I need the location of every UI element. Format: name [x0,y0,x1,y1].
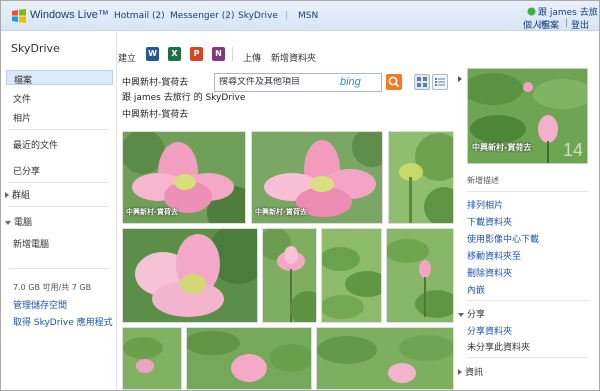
sidebar-item-files[interactable]: 檔案 [6,70,113,86]
online-status-icon [527,7,536,16]
details-panel: 中興新村-賞荷去 14 新增描述 排列相片 下載資料夾 使用影像中心下載 移動資… [458,64,599,390]
grid-view-icon [417,77,427,87]
profile-link[interactable]: 個人檔案 [523,18,559,31]
new-folder-button[interactable]: 新增資料夾 [271,51,316,64]
embed-link[interactable]: 內嵌 [467,283,485,296]
sidebar-divider [9,206,109,207]
top-bar: Windows Live™ Hotmail (2) Messenger (2) … [1,1,599,31]
list-view-icon [435,78,445,86]
details-view-button[interactable] [432,74,448,90]
expand-arrow-icon[interactable] [5,192,9,198]
info-heading-label: 資訊 [465,368,484,378]
panel-arrow-icon[interactable] [458,76,462,82]
sidebar-title[interactable]: SkyDrive [11,42,60,55]
sidebar-item-label: 群組 [12,191,31,201]
windows-live-logo-icon[interactable] [11,8,27,24]
bing-logo: bing [340,76,361,88]
brand-title[interactable]: Windows Live™ [30,9,109,21]
sidebar-item-label: 檔案 [14,76,33,86]
photo-gallery-download-link[interactable]: 使用影像中心下載 [467,232,539,245]
lotus-leaves-photo [322,229,381,322]
photo-thumbnail[interactable] [321,228,382,323]
photo-grid: 中興新村-賞荷去 中興新村-賞荷去 [118,127,454,390]
sidebar-item-recent[interactable]: 最近的文件 [13,138,58,151]
search-box: bing [214,73,382,92]
lotus-photo [387,229,453,322]
lotus-photo [123,229,257,322]
share-heading[interactable]: 分享 [458,307,485,320]
panel-divider [467,191,588,192]
photo-thumbnail[interactable] [262,228,317,323]
toolbar-separator [232,47,233,61]
download-folder-link[interactable]: 下載資料夾 [467,215,512,228]
toolbar: 建立 W X P N 上傳 新增資料夾 [118,42,458,64]
get-app-link[interactable]: 取得 SkyDrive 應用程式 [13,315,113,328]
folder-title: 中興新村-賞荷去 [122,110,189,120]
thumbnail-view-button[interactable] [414,74,430,90]
photo-thumbnail[interactable]: 中興新村-賞荷去 [251,131,383,224]
sidebar-item-photos[interactable]: 相片 [13,111,31,124]
info-heading[interactable]: 資訊 [458,365,483,378]
cover-caption: 中興新村-賞荷去 [472,143,532,152]
collapse-arrow-icon[interactable] [5,221,11,225]
photo-thumbnail[interactable] [388,131,454,224]
share-heading-label: 分享 [467,310,486,320]
powerpoint-icon[interactable]: P [190,47,203,61]
collapse-arrow-icon[interactable] [458,313,464,317]
sidebar-item-documents[interactable]: 文件 [13,92,31,105]
delete-folder-link[interactable]: 刪除資料夾 [467,266,512,279]
sidebar-divider [9,129,109,130]
photo-watermark: 中興新村-賞荷去 [126,208,178,216]
manage-storage-link[interactable]: 管理儲存空間 [13,298,67,311]
sidebar-item-add-computer[interactable]: 新增電腦 [13,237,49,250]
sidebar-divider [9,268,109,269]
sidebar-divider [9,182,109,183]
nav-msn[interactable]: MSN [285,11,318,21]
sign-out-link[interactable]: 登出 [571,18,589,31]
lotus-photo [263,229,316,322]
lotus-photo [123,328,181,389]
photo-thumbnail[interactable] [122,228,258,323]
search-input[interactable] [219,77,339,87]
photo-thumbnail[interactable] [386,228,454,323]
app-window: Windows Live™ Hotmail (2) Messenger (2) … [0,0,600,391]
photo-thumbnail[interactable] [186,327,312,390]
lotus-photo [187,328,311,389]
panel-divider [467,357,588,358]
sidebar-item-shared[interactable]: 已分享 [13,164,40,177]
nav-skydrive[interactable]: SkyDrive [225,11,278,21]
share-status: 未分享此資料夾 [467,343,531,353]
lotus-pod-photo [389,132,453,223]
onenote-icon[interactable]: N [212,47,225,61]
sidebar: SkyDrive 檔案 文件 相片 最近的文件 已分享 群組 電腦 新增電腦 7… [1,32,117,390]
sidebar-item-label: 電腦 [14,218,33,228]
excel-icon[interactable]: X [168,47,181,61]
folder-cover-thumbnail[interactable]: 中興新村-賞荷去 14 [467,68,588,164]
panel-divider [467,300,588,301]
folder-header: 中興新村-賞荷去 跟 james 去旅行 的 SkyDrive 中興新村-賞荷去… [118,71,458,125]
add-description-link[interactable]: 新增描述 [467,175,499,186]
expand-arrow-icon[interactable] [458,369,462,375]
upload-button[interactable]: 上傳 [243,51,261,64]
word-icon[interactable]: W [146,47,159,61]
photo-thumbnail[interactable] [316,327,454,390]
storage-status: 7.0 GB 可用/共 7 GB [13,283,92,292]
photo-thumbnail[interactable]: 中興新村-賞荷去 [122,131,246,224]
photo-count: 14 [562,140,583,160]
search-icon [388,76,400,88]
move-folder-link[interactable]: 移動資料夾至 [467,249,521,262]
sidebar-item-computers[interactable]: 電腦 [5,215,32,228]
lotus-photo [317,328,453,389]
search-button[interactable] [386,74,402,90]
photo-watermark: 中興新村-賞荷去 [255,208,307,216]
user-links-separator: | [565,18,569,28]
photo-thumbnail[interactable] [122,327,182,390]
sort-photos-link[interactable]: 排列相片 [467,198,503,211]
breadcrumb[interactable]: 中興新村-賞荷去 [122,75,188,88]
sidebar-item-groups[interactable]: 群組 [5,188,30,201]
create-label: 建立 [118,54,137,64]
share-folder-link[interactable]: 分享資料夾 [467,324,512,337]
